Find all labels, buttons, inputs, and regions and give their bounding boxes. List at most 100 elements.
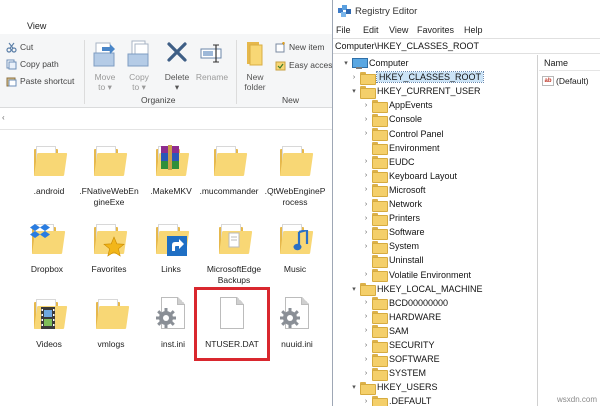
expand-chevron-icon[interactable]: › — [361, 243, 371, 250]
tree-node[interactable]: › Network — [361, 197, 422, 212]
file-item[interactable]: MicrosoftEdgeBackups — [206, 220, 262, 286]
easy-access-button[interactable]: Easy acces — [275, 58, 332, 72]
collapse-chevron-icon[interactable]: ▾ — [349, 383, 359, 391]
file-item[interactable]: vmlogs — [80, 295, 142, 350]
copy-path-button[interactable]: Copy path — [6, 57, 59, 71]
expand-chevron-icon[interactable]: › — [361, 370, 371, 377]
file-name: inst.ini — [160, 339, 186, 349]
tree-node[interactable]: Environment — [361, 141, 440, 156]
tree-node-label: AppEvents — [389, 100, 433, 111]
delete-label: Delete ▾ — [164, 72, 190, 92]
expand-chevron-icon[interactable]: › — [361, 327, 371, 334]
tree-node[interactable]: ▾ Computer — [341, 56, 409, 70]
tree-node[interactable]: › Printers — [361, 211, 420, 226]
tree-node[interactable]: › Console — [361, 112, 422, 127]
tree-node[interactable]: › HARDWARE — [361, 310, 441, 325]
cut-button[interactable]: Cut — [6, 40, 33, 54]
tree-node[interactable]: › Software — [361, 225, 425, 240]
expand-chevron-icon[interactable]: › — [361, 186, 371, 193]
paste-shortcut-button[interactable]: Paste shortcut — [6, 74, 74, 88]
rename-button[interactable]: Rename — [194, 39, 230, 82]
file-name: .QtWebEngineProcess — [264, 186, 326, 207]
tree-node[interactable]: › System — [361, 239, 419, 254]
folder-icon — [372, 353, 388, 367]
tree-node[interactable]: ▾ HKEY_LOCAL_MACHINE — [349, 282, 483, 297]
delete-button[interactable]: Delete ▾ — [160, 39, 194, 92]
settings-file-icon — [153, 295, 193, 335]
expand-chevron-icon[interactable]: › — [361, 102, 371, 109]
copy-to-button[interactable]: Copy to ▾ — [124, 39, 154, 92]
file-item[interactable]: Dropbox — [16, 220, 78, 275]
collapse-chevron-icon[interactable]: ▾ — [349, 285, 359, 293]
tree-node[interactable]: › SYSTEM — [361, 366, 426, 381]
tree-node[interactable]: › AppEvents — [361, 98, 433, 113]
new-folder-icon — [242, 39, 268, 69]
expand-chevron-icon[interactable]: › — [361, 158, 371, 165]
tree-node[interactable]: › EUDC — [361, 155, 415, 170]
file-item[interactable]: .FNativeWebEngineExe — [78, 142, 140, 208]
expand-chevron-icon[interactable]: › — [361, 130, 371, 137]
window-title: Registry Editor — [355, 6, 418, 17]
expand-chevron-icon[interactable]: › — [361, 342, 371, 349]
expand-chevron-icon[interactable]: › — [361, 201, 371, 208]
file-item[interactable]: Videos — [18, 295, 80, 350]
tree-node[interactable]: › SECURITY — [361, 338, 435, 353]
folder-icon — [209, 142, 249, 182]
explorer-address-bar[interactable]: ‹ — [0, 108, 332, 130]
tree-node[interactable]: › Keyboard Layout — [361, 169, 458, 184]
string-value-icon: ab — [542, 76, 554, 86]
name-column-header[interactable]: Name — [539, 55, 600, 71]
tree-node[interactable]: › Microsoft — [361, 183, 426, 198]
tree-node[interactable]: ▾ HKEY_CURRENT_USER — [349, 84, 481, 99]
tree-node-label: SAM — [389, 325, 409, 336]
expand-chevron-icon[interactable]: › — [361, 172, 371, 179]
menu-help[interactable]: Help — [464, 25, 483, 35]
file-item[interactable]: .mucommander — [198, 142, 260, 197]
tree-node[interactable]: ▾ HKEY_USERS — [349, 380, 438, 395]
new-folder-button[interactable]: New folder — [240, 39, 270, 92]
expand-chevron-icon[interactable]: › — [361, 215, 371, 222]
collapse-chevron-icon[interactable]: ▾ — [349, 87, 359, 95]
move-to-button[interactable]: Move to ▾ — [90, 39, 120, 92]
folder-icon — [372, 325, 388, 339]
expand-chevron-icon[interactable]: › — [361, 116, 371, 123]
expand-chevron-icon[interactable]: › — [361, 398, 371, 405]
expand-chevron-icon[interactable]: › — [361, 356, 371, 363]
winrar-folder-icon — [151, 142, 191, 182]
menu-edit[interactable]: Edit — [363, 25, 379, 35]
tree-node[interactable]: › Volatile Environment — [361, 268, 471, 282]
expand-chevron-icon[interactable]: › — [361, 313, 371, 320]
tree-node[interactable]: › SOFTWARE — [361, 352, 440, 367]
menu-favorites[interactable]: Favorites — [417, 25, 454, 35]
menu-view[interactable]: View — [389, 25, 408, 35]
file-item[interactable]: nuuid.ini — [266, 295, 328, 350]
tree-node[interactable]: Uninstall — [361, 253, 424, 268]
tree-node-label: Keyboard Layout — [389, 170, 458, 181]
file-item[interactable]: Favorites — [78, 220, 140, 275]
expand-chevron-icon[interactable]: › — [361, 271, 371, 278]
explorer-ribbon: Cut Copy path Paste shortcut Move to ▾ C… — [0, 34, 332, 108]
file-item[interactable]: .android — [18, 142, 80, 197]
menu-file[interactable]: File — [336, 25, 351, 35]
expand-chevron-icon[interactable]: › — [349, 74, 359, 81]
tree-node[interactable]: › .DEFAULT — [361, 394, 431, 406]
menu-view[interactable]: View — [27, 21, 46, 31]
new-item-button[interactable]: New item — [275, 40, 324, 54]
file-name: nuuid.ini — [281, 339, 313, 349]
expand-chevron-icon[interactable]: › — [361, 229, 371, 236]
value-row[interactable]: ab (Default) — [542, 76, 589, 86]
tree-node[interactable]: › SAM — [361, 324, 409, 339]
tree-node[interactable]: › HKEY_CLASSES_ROOT — [349, 70, 485, 85]
expand-chevron-icon[interactable]: › — [361, 299, 371, 306]
collapse-chevron-icon[interactable]: ▾ — [341, 59, 351, 67]
file-item[interactable]: .QtWebEngineProcess — [264, 142, 326, 208]
tree-node[interactable]: › BCD00000000 — [361, 296, 448, 311]
file-item[interactable]: Music — [264, 220, 326, 275]
folder-icon — [372, 367, 388, 381]
folder-icon — [372, 184, 388, 198]
scroll-left-icon[interactable]: ‹ — [2, 113, 5, 122]
file-item[interactable]: .MakeMKV — [140, 142, 202, 197]
tree-node[interactable]: › Control Panel — [361, 127, 444, 141]
regedit-address-bar[interactable]: Computer\HKEY_CLASSES_ROOT — [333, 38, 600, 54]
file-item[interactable]: Links — [140, 220, 202, 275]
